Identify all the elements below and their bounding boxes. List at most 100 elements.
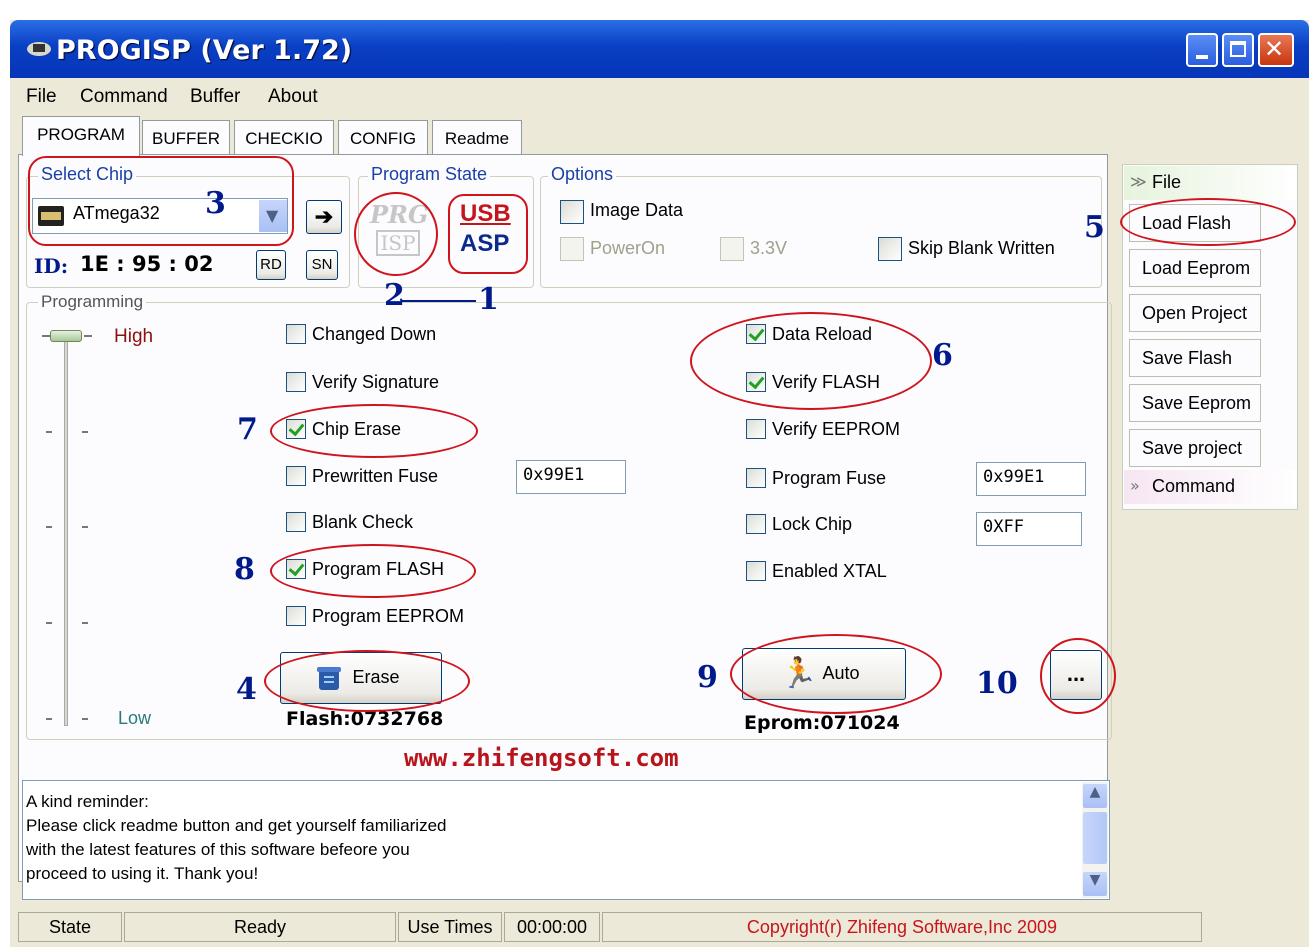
running-man-icon: 🏃 xyxy=(780,656,818,691)
changed-down-checkbox[interactable] xyxy=(286,324,306,344)
speed-slider-track[interactable] xyxy=(64,336,68,726)
menu-command[interactable]: Command xyxy=(80,86,168,108)
skip-blank-checkbox[interactable] xyxy=(878,237,902,261)
chip-id-label: ID: xyxy=(34,254,69,278)
prewritten-fuse-field[interactable]: 0x99E1 xyxy=(516,460,626,494)
verify-signature-label: Verify Signature xyxy=(312,372,440,392)
menu-about[interactable]: About xyxy=(268,86,318,108)
close-button[interactable]: ✕ xyxy=(1258,33,1294,67)
tab-buffer[interactable]: BUFFER xyxy=(142,120,230,154)
erase-button[interactable]: Erase xyxy=(280,652,442,704)
sidebar-command-header[interactable]: » Command xyxy=(1124,470,1296,504)
blank-check-checkbox[interactable] xyxy=(286,512,306,532)
arrow-right-icon: ➔ xyxy=(314,204,334,229)
scroll-down-icon[interactable]: ▼ xyxy=(1083,872,1107,896)
speed-slider-thumb[interactable] xyxy=(50,330,82,342)
open-project-button[interactable]: Open Project xyxy=(1129,294,1261,332)
chevron-down-icon: ▼ xyxy=(266,206,279,225)
status-state-label: State xyxy=(18,912,122,942)
lock-chip-checkbox[interactable] xyxy=(746,514,766,534)
data-reload-checkbox[interactable] xyxy=(746,324,766,344)
reminder-scrollbar[interactable]: ▲ ▼ xyxy=(1082,782,1108,898)
chip-erase-checkbox[interactable] xyxy=(286,419,306,439)
sidebar-file-header[interactable]: ≫ File xyxy=(1124,166,1296,200)
trash-icon xyxy=(317,667,341,690)
options-group xyxy=(540,176,1102,288)
usb-text: USB xyxy=(460,200,511,227)
auto-button[interactable]: Auto xyxy=(742,648,906,700)
sn-button[interactable]: SN xyxy=(306,250,338,280)
tab-program[interactable]: PROGRAM xyxy=(22,116,140,156)
program-state-label: Program State xyxy=(368,164,491,185)
annotation-number-2: 2 xyxy=(384,278,405,313)
prg-text: PRG xyxy=(370,200,429,229)
load-flash-button[interactable]: Load Flash xyxy=(1129,204,1261,242)
options-label: Options xyxy=(548,164,617,185)
poweron-checkbox[interactable] xyxy=(560,237,584,261)
program-fuse-checkbox[interactable] xyxy=(746,468,766,488)
eprom-info: Eprom:071024 xyxy=(744,712,900,734)
prewritten-fuse-label: Prewritten Fuse xyxy=(312,466,439,486)
program-fuse-field[interactable]: 0x99E1 xyxy=(976,462,1086,496)
enabled-xtal-checkbox[interactable] xyxy=(746,561,766,581)
maximize-icon xyxy=(1230,41,1246,57)
window-title: PROGISP (Ver 1.72) xyxy=(56,35,353,66)
flash-info: Flash:0732768 xyxy=(286,708,444,730)
image-data-label: Image Data xyxy=(590,200,684,220)
chip-icon xyxy=(38,206,64,226)
save-flash-button[interactable]: Save Flash xyxy=(1129,339,1261,377)
changed-down-label: Changed Down xyxy=(312,324,437,344)
save-project-button[interactable]: Save project xyxy=(1129,429,1261,467)
tab-readme[interactable]: Readme xyxy=(432,120,522,154)
program-fuse-label: Program Fuse xyxy=(772,468,887,488)
lock-chip-label: Lock Chip xyxy=(772,514,853,534)
minimize-button[interactable] xyxy=(1186,33,1218,67)
programming-label: Programming xyxy=(38,292,147,312)
verify-flash-checkbox[interactable] xyxy=(746,372,766,392)
select-chip-label: Select Chip xyxy=(38,164,137,185)
lock-chip-field[interactable]: 0XFF xyxy=(976,512,1082,546)
load-eeprom-button[interactable]: Load Eeprom xyxy=(1129,249,1261,287)
save-eeprom-button[interactable]: Save Eeprom xyxy=(1129,384,1261,422)
website-link[interactable]: www.zhifengsoft.com xyxy=(404,744,679,772)
status-state-value: Ready xyxy=(124,912,396,942)
annotation-number-4: 4 xyxy=(236,672,257,707)
program-flash-checkbox[interactable] xyxy=(286,559,306,579)
blank-check-label: Blank Check xyxy=(312,512,414,532)
tab-checkio[interactable]: CHECKIO xyxy=(234,120,334,154)
maximize-button[interactable] xyxy=(1222,33,1254,67)
image-data-checkbox[interactable] xyxy=(560,200,584,224)
verify-flash-label: Verify FLASH xyxy=(772,372,881,392)
reminder-text: A kind reminder: Please click readme but… xyxy=(26,792,447,883)
annotation-number-10: 10 xyxy=(976,666,1018,701)
scroll-thumb[interactable] xyxy=(1083,812,1107,864)
go-button[interactable]: ➔ xyxy=(306,200,342,234)
prewritten-fuse-checkbox[interactable] xyxy=(286,466,306,486)
chip-dropdown-button[interactable]: ▼ xyxy=(258,200,287,232)
scroll-up-icon[interactable]: ▲ xyxy=(1083,784,1107,808)
verify-eeprom-checkbox[interactable] xyxy=(746,419,766,439)
speed-low-label: Low xyxy=(118,708,152,728)
menu-file[interactable]: File xyxy=(26,86,57,108)
rd-button[interactable]: RD xyxy=(256,250,286,280)
collapse-icon: ≫ xyxy=(1130,172,1147,191)
auto-label: Auto xyxy=(822,663,860,683)
more-button[interactable]: ... xyxy=(1050,650,1102,700)
enabled-xtal-label: Enabled XTAL xyxy=(772,561,887,581)
chip-erase-label: Chip Erase xyxy=(312,419,402,439)
status-copyright: Copyright(r) Zhifeng Software,Inc 2009 xyxy=(602,912,1202,942)
3v3-checkbox[interactable] xyxy=(720,237,744,261)
menu-buffer[interactable]: Buffer xyxy=(190,86,240,108)
verify-signature-checkbox[interactable] xyxy=(286,372,306,392)
expand-icon: » xyxy=(1130,476,1140,495)
program-eeprom-checkbox[interactable] xyxy=(286,606,306,626)
program-eeprom-label: Program EEPROM xyxy=(312,606,465,626)
annotation-number-1: 1 xyxy=(478,282,499,317)
tab-config[interactable]: CONFIG xyxy=(338,120,428,154)
annotation-number-6: 6 xyxy=(932,338,953,373)
prg-isp-indicator: PRG ISP xyxy=(368,200,429,264)
chip-app-icon xyxy=(27,42,51,56)
status-use-times-value: 00:00:00 xyxy=(504,912,600,942)
chip-select[interactable]: ATmega32 xyxy=(32,198,288,234)
usb-asp-indicator: USB ASP xyxy=(454,200,524,266)
